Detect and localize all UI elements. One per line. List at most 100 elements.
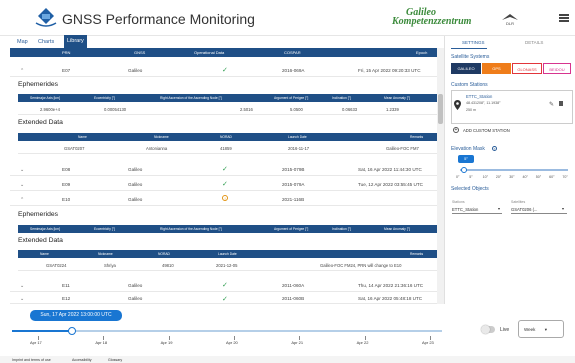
tab-map[interactable]: Map	[17, 36, 28, 48]
elevation-tick-label: 5°	[469, 175, 473, 179]
check-icon: ✓	[222, 296, 228, 303]
table-row[interactable]: ⌄ E12 Galileo ✓ 2011-060B Sat, 16 Apr 20…	[10, 293, 437, 304]
add-icon[interactable]: +	[453, 127, 459, 133]
table-scrollbar[interactable]	[437, 48, 444, 304]
beidou-toggle[interactable]: BEIDOU	[543, 63, 571, 74]
elevation-mask-label: Elevation Mask	[451, 146, 485, 152]
galileo-toggle[interactable]: GALILEO	[451, 63, 481, 74]
chevron-up-icon[interactable]: ⌃	[20, 68, 24, 74]
delete-icon[interactable]	[559, 101, 563, 106]
extended-title: Extended Data	[18, 237, 63, 244]
elevation-tick-label: 10°	[482, 175, 489, 179]
live-toggle[interactable]	[481, 325, 495, 334]
elevation-tick-label: 30°	[509, 175, 515, 179]
station-alt: 250 m	[466, 108, 476, 112]
timeline-track[interactable]	[12, 330, 442, 332]
galileo-kompetenzzentrum-logo: Galileo Kompetenzzentrum	[392, 7, 472, 27]
timeline-day-label: Apr 21	[291, 340, 304, 345]
extended-row: GSAT0207 Antonianna 41859 2016-11-17 Gal…	[18, 142, 437, 154]
accessibility-link[interactable]: Accessibility	[72, 358, 92, 362]
app-title: GNSS Performance Monitoring	[62, 11, 255, 27]
station-name: ETTC_Station	[466, 94, 493, 99]
extended-header: Name Nickname NORAD Launch Date Remarks	[18, 250, 437, 258]
column-cospar[interactable]: COSPAR	[284, 50, 301, 55]
ephemerides-title: Ephemerides	[18, 81, 59, 88]
edit-icon[interactable]: ✎	[549, 101, 554, 108]
station-coords: 48.431208°, 11.1938°	[466, 101, 501, 105]
gnss-logo-icon	[35, 8, 57, 27]
chevron-down-icon[interactable]: ⌄	[20, 296, 24, 302]
elevation-tick-label: 0°	[456, 175, 460, 179]
satellites-select-underline	[511, 213, 567, 214]
selected-objects-label: Selected Objects	[451, 186, 489, 192]
extended-row: GSAT0224 Shriya 49810 2021-12-05 Galileo…	[18, 259, 437, 271]
elevation-slider-handle[interactable]	[461, 167, 467, 173]
tab-library[interactable]: Library	[64, 35, 87, 48]
satellites-select-label: Satellites	[511, 200, 526, 204]
elevation-tick-label: 50°	[535, 175, 542, 179]
column-prn[interactable]: PRN	[62, 50, 70, 55]
dlr-logo-icon: DLR	[502, 14, 518, 26]
table-row[interactable]: ⌄ E08 Galileo ✓ 2015-079B Sat, 16 Apr 20…	[10, 163, 437, 176]
timeline-day-label: Apr 20	[226, 340, 238, 345]
column-gnss[interactable]: GNSS	[134, 50, 145, 55]
range-select[interactable]: Week ▾	[518, 320, 564, 338]
imprint-link[interactable]: Imprint and terms of use	[12, 358, 51, 362]
timeline-day-label: Apr 17	[30, 340, 42, 345]
elevation-tick-label: 20°	[495, 175, 502, 179]
active-tab-indicator	[451, 48, 487, 49]
tab-charts[interactable]: Charts	[38, 36, 54, 48]
dropdown-icon[interactable]: ▾	[498, 206, 500, 211]
scrollbar-thumb[interactable]	[438, 94, 443, 124]
timeline-day-label: Apr 19	[160, 340, 173, 345]
location-pin-icon	[454, 100, 461, 110]
table-row[interactable]: ⌄ E11 Galileo ✓ 2011-060A Thu, 14 Apr 20…	[10, 279, 437, 292]
check-icon: ✓	[222, 67, 228, 74]
current-time-badge: Sun, 17 Apr 2022 13:00:00 UTC	[30, 310, 122, 321]
help-icon[interactable]: ?	[492, 146, 497, 151]
timeline-day-label: Apr 18	[95, 340, 108, 345]
table-row[interactable]: ⌃ E07 Galileo ✓ 2016-069A Fri, 15 Apr 20…	[10, 64, 437, 77]
tab-details[interactable]: DETAILS	[525, 40, 543, 45]
chevron-down-icon[interactable]: ⌄	[20, 167, 24, 173]
live-label: Live	[500, 327, 510, 333]
warning-icon: !	[222, 195, 228, 201]
check-icon: ✓	[222, 181, 228, 188]
elevation-tick-label: 40°	[522, 175, 528, 179]
table-row[interactable]: ⌄ E09 Galileo ✓ 2015-079A Tue, 12 Apr 20…	[10, 178, 437, 191]
column-epoch[interactable]: Epoch	[416, 50, 427, 55]
ephemerides-row: 2.9600e+4 0.00054130 2.5016 5.0500 0.066…	[18, 103, 437, 115]
elevation-tick-label: 70°	[562, 175, 568, 179]
menu-icon[interactable]	[559, 14, 569, 22]
dropdown-icon[interactable]: ▾	[562, 206, 564, 211]
timeline-day-label: Apr 23	[422, 340, 434, 345]
check-icon: ✓	[222, 282, 228, 289]
footer: Imprint and terms of use Accessibility G…	[0, 356, 575, 363]
stations-select-underline	[452, 213, 502, 214]
table-header: PRN GNSS Operational Data COSPAR Epoch	[10, 48, 437, 57]
elevation-value-badge: 5°	[458, 155, 474, 163]
column-operational[interactable]: Operational Data	[194, 50, 224, 55]
glonass-toggle[interactable]: GLONASS	[512, 63, 542, 74]
custom-stations-label: Custom Stations	[451, 82, 488, 88]
tab-settings[interactable]: SETTINGS	[462, 40, 485, 45]
dropdown-icon: ▾	[544, 327, 547, 332]
extended-title: Extended Data	[18, 119, 63, 126]
chevron-down-icon[interactable]: ⌄	[20, 283, 24, 289]
check-icon: ✓	[222, 166, 228, 173]
ephemerides-header: Semimajor Axis [km] Eccentricity [°] Rig…	[18, 94, 437, 102]
timeline-progress	[12, 330, 73, 332]
ephemerides-title: Ephemerides	[18, 211, 59, 218]
chevron-down-icon[interactable]: ⌄	[20, 182, 24, 188]
satellites-select[interactable]: GSAT0206 (...	[511, 207, 537, 212]
gps-toggle[interactable]: GPS	[482, 63, 511, 74]
glossary-link[interactable]: Glossary	[108, 358, 122, 362]
timeline-day-label: Apr 22	[356, 340, 369, 345]
elevation-slider[interactable]	[460, 169, 568, 171]
chevron-up-icon[interactable]: ⌃	[20, 197, 24, 203]
stations-select[interactable]: ETTC_Station	[452, 207, 478, 212]
satellite-systems-label: Satellite Systems	[451, 54, 490, 60]
add-station-button[interactable]: ADD CUSTOM STATION	[463, 128, 510, 133]
table-row[interactable]: ⌃ E10 Galileo ! 2021-116B	[10, 193, 437, 206]
extended-header: Name Nickname NORAD Launch Date Remarks	[18, 133, 437, 141]
